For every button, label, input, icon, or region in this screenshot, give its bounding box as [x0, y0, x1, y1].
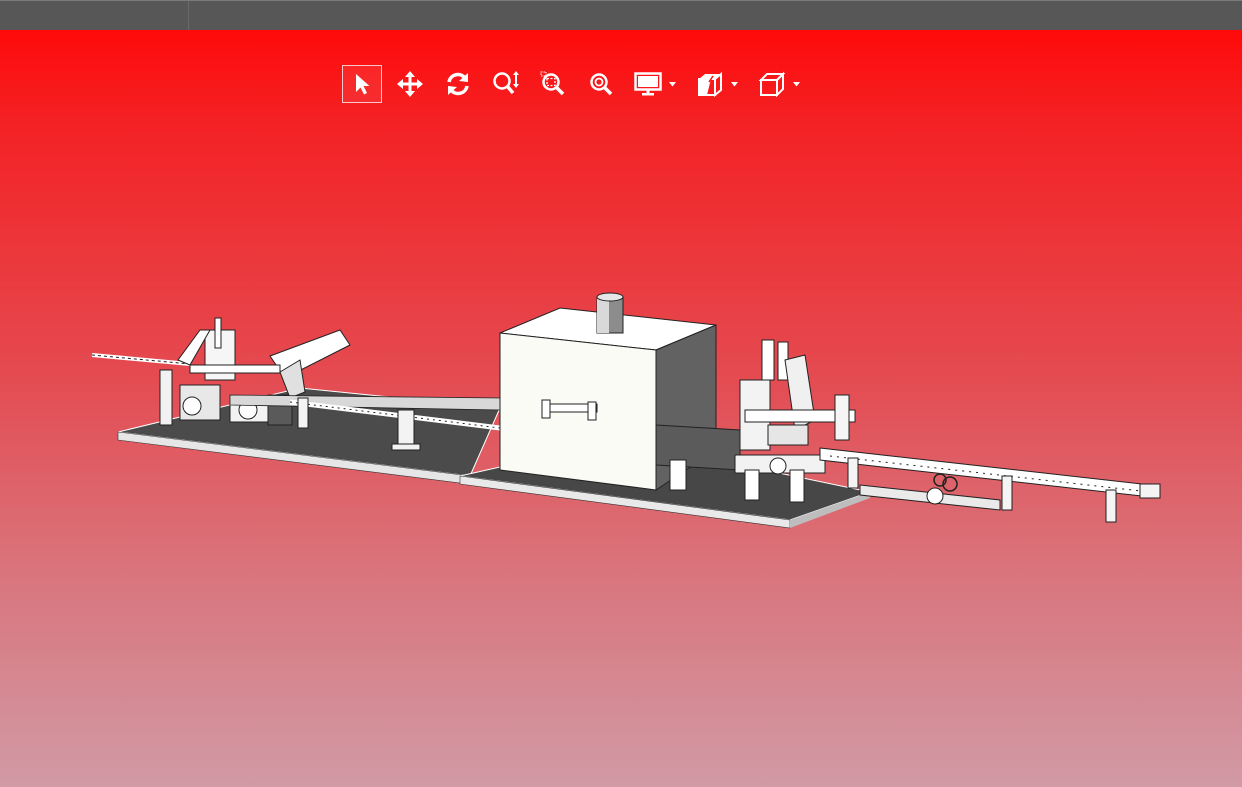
zoom-vertical-icon — [493, 71, 519, 95]
display-mode-button[interactable] — [630, 65, 666, 103]
window-title-bar — [0, 0, 1242, 30]
select-tool-button[interactable] — [342, 65, 382, 103]
view-orientation-button[interactable] — [754, 65, 790, 103]
chevron-down-icon — [668, 81, 676, 86]
chevron-down-icon — [792, 81, 800, 86]
view-orientation-control — [754, 65, 802, 103]
model-exhaust-stack[interactable] — [596, 292, 624, 334]
section-box-icon — [698, 71, 722, 97]
display-mode-control — [630, 65, 678, 103]
view-orientation-dropdown[interactable] — [790, 65, 802, 103]
move-arrows-icon — [397, 71, 423, 97]
zoom-tool-button[interactable] — [486, 65, 526, 103]
cursor-arrow-icon — [356, 74, 370, 95]
cube-icon — [758, 71, 786, 97]
3d-model[interactable] — [0, 30, 1242, 787]
3d-viewport[interactable] — [0, 30, 1242, 787]
monitor-icon — [634, 72, 662, 96]
chevron-down-icon — [730, 81, 738, 86]
section-view-button[interactable] — [692, 65, 728, 103]
zoom-fit-button[interactable] — [582, 65, 622, 103]
zoom-window-icon — [540, 71, 565, 96]
zoom-fit-icon — [590, 73, 613, 96]
section-view-control — [692, 65, 740, 103]
pan-tool-button[interactable] — [390, 65, 430, 103]
rotate-icon — [447, 72, 469, 96]
view-toolbar — [342, 64, 816, 104]
display-mode-dropdown[interactable] — [666, 65, 678, 103]
section-view-dropdown[interactable] — [728, 65, 740, 103]
zoom-window-button[interactable] — [534, 65, 574, 103]
viewer-window — [0, 0, 1242, 787]
model-roller-assembly[interactable] — [859, 473, 1001, 511]
title-bar-divider — [188, 1, 189, 30]
rotate-tool-button[interactable] — [438, 65, 478, 103]
